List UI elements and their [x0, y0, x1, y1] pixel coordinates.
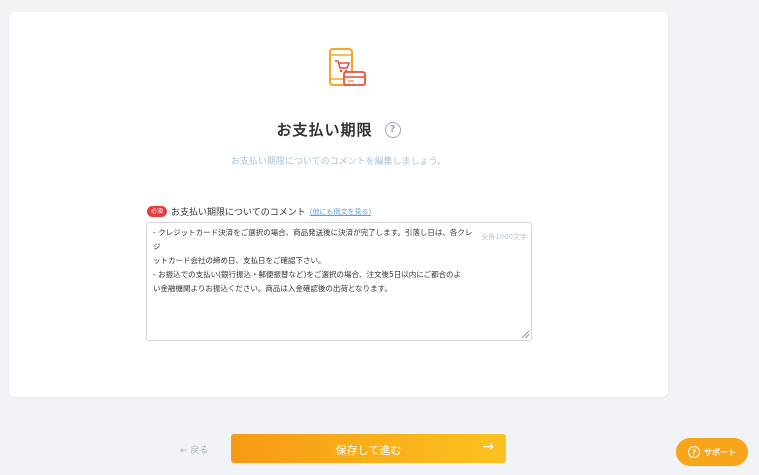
- textarea-line: い金融機関よりお振込ください。商品は入金確認後の出荷となります。: [153, 284, 392, 293]
- save-and-continue-button[interactable]: 保存して進む →: [231, 434, 506, 463]
- required-badge: 必須: [147, 206, 168, 217]
- resize-handle-icon[interactable]: [522, 331, 529, 338]
- support-button[interactable]: ? サポート: [676, 438, 748, 466]
- question-icon: ?: [688, 446, 700, 458]
- mobile-payment-icon: [329, 48, 366, 86]
- textarea-value: - クレジットカード決済をご選択の場合、商品発送後に決済が完了します。引落し日は…: [153, 226, 473, 296]
- support-label: サポート: [704, 447, 736, 457]
- textarea-line: ットカード会社の締め日、支払日をご確認下さい。: [153, 256, 326, 265]
- back-button[interactable]: ← 戻る: [180, 443, 208, 456]
- field-label-row: 必須 お支払い期限についてのコメント (他にも例文を見る): [147, 205, 371, 218]
- more-examples-link[interactable]: (他にも例文を見る): [310, 207, 371, 217]
- field-label: お支払い期限についてのコメント: [171, 208, 306, 218]
- help-icon[interactable]: ?: [384, 121, 401, 138]
- textarea-line: - お振込での支払い(銀行振込・郵便振替など)をご選択の場合、注文後5日以内にご…: [153, 270, 462, 279]
- char-limit-hint: 全角1000文字: [481, 233, 527, 241]
- page-subtitle: お支払い期限についてのコメントを編集しましょう。: [230, 157, 447, 167]
- title-row: お支払い期限 ?: [9, 119, 668, 140]
- arrow-right-icon: →: [482, 439, 494, 455]
- page-title: お支払い期限: [276, 121, 373, 139]
- payment-comment-textarea[interactable]: - クレジットカード決済をご選択の場合、商品発送後に決済が完了します。引落し日は…: [146, 222, 532, 341]
- save-button-label: 保存して進む: [335, 444, 402, 457]
- textarea-line: - クレジットカード決済をご選択の場合、商品発送後に決済が完了します。引落し日は…: [153, 228, 473, 251]
